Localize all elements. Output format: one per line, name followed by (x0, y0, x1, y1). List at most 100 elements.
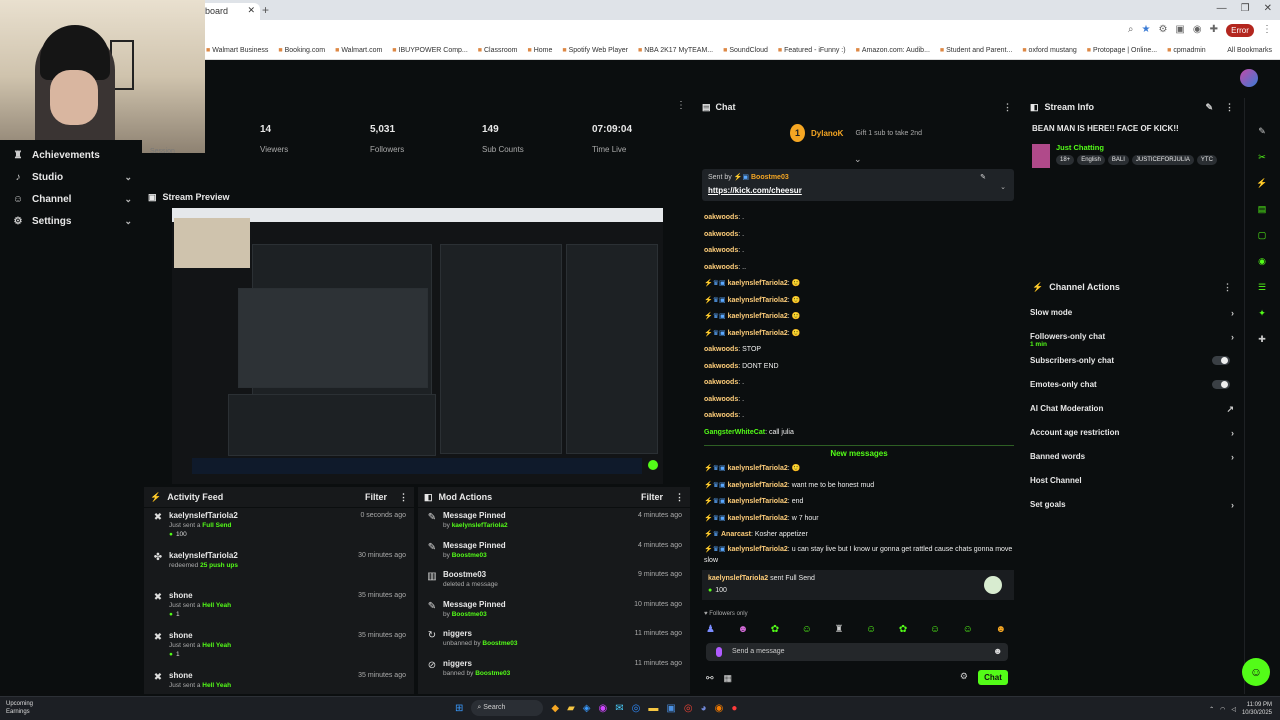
browser-tab[interactable]: board ✕ (200, 3, 260, 20)
chevron-down-icon[interactable]: ⌄ (1000, 183, 1006, 191)
chat-username[interactable]: kaelynslefTariola2 (728, 515, 788, 522)
app-icon[interactable]: ● (731, 703, 737, 714)
chat-icon[interactable]: ▢ (1258, 230, 1267, 241)
emote[interactable]: ☺ (963, 624, 973, 635)
clock[interactable]: 11:09 PM 10/30/2025 (1242, 701, 1272, 717)
action-account-age[interactable]: Account age restriction › (1024, 420, 1242, 444)
chevron-up-icon[interactable]: ⌃ (1209, 706, 1214, 713)
sidebar-item-studio[interactable]: ♪ Studio ⌄ (12, 172, 133, 183)
action-banned-words[interactable]: Banned words › (1024, 444, 1242, 468)
chat-username[interactable]: GangsterWhiteCat (704, 429, 765, 436)
toggle-switch[interactable] (1212, 380, 1230, 389)
wrench-icon[interactable]: ✦ (1258, 308, 1266, 319)
chat-username[interactable]: kaelynslefTariola2 (728, 546, 788, 553)
toggle-switch[interactable] (1212, 356, 1230, 365)
more-icon[interactable]: ⋮ (1225, 102, 1234, 113)
action-ai-moderation[interactable]: AI Chat Moderation ↗ (1024, 396, 1242, 420)
mic-icon[interactable] (716, 647, 722, 657)
more-icon[interactable]: ⋮ (676, 100, 686, 111)
document-icon[interactable]: ▤ (1258, 204, 1267, 215)
star-icon[interactable]: ★ (1141, 24, 1150, 37)
bookmark[interactable]: IBUYPOWER Comp... (392, 47, 468, 54)
bookmark[interactable]: Featured - iFunny :) (778, 47, 845, 54)
sidebar-item-channel[interactable]: ☺ Channel ⌄ (12, 194, 132, 205)
mod-user[interactable]: Boostme03 (452, 552, 487, 559)
bookmark[interactable]: Walmart Business (206, 47, 268, 54)
action-set-goals[interactable]: Set goals › (1024, 492, 1242, 516)
mod-user[interactable]: Boostme03 (482, 640, 517, 647)
broadcast-icon[interactable]: ◉ (1258, 256, 1266, 267)
help-button[interactable]: ☺ (1242, 658, 1270, 686)
emote[interactable]: ♜ (834, 624, 843, 635)
more-icon[interactable]: ⋮ (675, 492, 684, 503)
bookmark[interactable]: Home (527, 47, 553, 54)
pinned-message[interactable]: Sent by ⚡▣ Boostme03 https://kick.com/ch… (702, 169, 1014, 201)
chat-username[interactable]: oakwoods (704, 346, 738, 353)
all-bookmarks[interactable]: All Bookmarks (1227, 47, 1272, 54)
send-chat-button[interactable]: Chat (978, 670, 1008, 685)
app-icon[interactable]: ◆ (551, 703, 559, 714)
list-icon[interactable]: ☰ (1258, 282, 1266, 293)
bookmark[interactable]: Protopage | Online... (1087, 47, 1157, 54)
filter-button[interactable]: Filter (641, 492, 663, 503)
chat-username[interactable]: kaelynslefTariola2 (728, 313, 788, 320)
new-tab-icon[interactable]: + (262, 3, 269, 17)
category-link[interactable]: Just Chatting (1056, 143, 1104, 152)
action-slow-mode[interactable]: Slow mode › (1024, 300, 1242, 324)
close-window-icon[interactable]: ✕ (1264, 3, 1272, 14)
app-icon[interactable]: ◈ (583, 703, 591, 714)
chat-username[interactable]: oakwoods (704, 214, 738, 221)
windows-start-icon[interactable]: ⊞ (455, 703, 463, 714)
app-icon[interactable]: ✉ (615, 703, 623, 714)
app-icon[interactable]: ▣ (666, 703, 675, 714)
bookmark[interactable]: Classroom (478, 47, 517, 54)
chat-username[interactable]: kaelynslefTariola2 (728, 498, 788, 505)
emote[interactable]: ☺ (866, 624, 876, 635)
user-avatar[interactable] (1240, 69, 1258, 87)
bookmark[interactable]: Booking.com (278, 47, 325, 54)
emote[interactable]: ☺ (930, 624, 940, 635)
sidebar-item-settings[interactable]: ⚙ Settings ⌄ (12, 216, 132, 227)
app-icon[interactable]: ◉ (599, 703, 608, 714)
action-followers-only[interactable]: Followers-only chat 1 min › (1024, 324, 1242, 348)
emoji-icon[interactable]: ☻ (993, 646, 1002, 656)
emote[interactable]: ✿ (899, 624, 907, 635)
bookmark[interactable]: Student and Parent... (940, 47, 1012, 54)
chat-username[interactable]: Anarcast (721, 531, 751, 538)
gift-leaderboard[interactable]: 1 DylanoK Gift 1 sub to take 2nd (790, 124, 922, 142)
emote[interactable]: ♟ (706, 624, 715, 635)
sidebar-item-achievements[interactable]: ♜ Achievements (12, 150, 132, 161)
discord-icon[interactable]: ◕ (701, 703, 707, 714)
pinned-link[interactable]: https://kick.com/cheesur (708, 186, 1008, 195)
bookmark[interactable]: cpmadmin (1167, 47, 1205, 54)
bookmark[interactable]: Walmart.com (335, 47, 382, 54)
mod-user[interactable]: kaelynslefTariola2 (452, 522, 508, 529)
profile-button[interactable]: Error (1226, 24, 1254, 37)
chat-input[interactable]: Send a message (706, 643, 1008, 661)
chat-username[interactable]: oakwoods (704, 264, 738, 271)
chat-username[interactable]: kaelynslefTariola2 (728, 297, 788, 304)
maximize-icon[interactable]: ❐ (1241, 3, 1250, 14)
more-icon[interactable]: ⋮ (399, 492, 408, 503)
taskbar-search[interactable]: ⌕ Search (471, 700, 544, 716)
app-icon[interactable]: ◉ (715, 703, 724, 714)
gift-user[interactable]: kaelynslefTariola2 (708, 575, 768, 582)
menu-icon[interactable]: ⋮ (1262, 24, 1272, 37)
edit-icon[interactable]: ✎ (1205, 102, 1213, 113)
chat-username[interactable]: oakwoods (704, 412, 738, 419)
action-host-channel[interactable]: Host Channel (1024, 468, 1242, 492)
pin-icon[interactable]: ✎ (980, 173, 986, 181)
chat-username[interactable]: oakwoods (704, 231, 738, 238)
chat-username[interactable]: oakwoods (704, 363, 738, 370)
folder-icon[interactable]: ▬ (648, 703, 658, 714)
stream-preview[interactable] (172, 208, 663, 484)
puzzle-icon[interactable]: ✚ (1258, 334, 1266, 345)
chat-username[interactable]: kaelynslefTariola2 (728, 465, 788, 472)
chat-username[interactable]: kaelynslefTariola2 (728, 280, 788, 287)
minimize-icon[interactable]: — (1217, 3, 1227, 14)
filter-button[interactable]: Filter (365, 492, 387, 503)
more-icon[interactable]: ⋮ (1223, 282, 1232, 293)
chat-username[interactable]: oakwoods (704, 396, 738, 403)
file-explorer-icon[interactable]: ▰ (567, 703, 575, 714)
weather-widget[interactable]: Upcoming Earnings (6, 700, 33, 716)
